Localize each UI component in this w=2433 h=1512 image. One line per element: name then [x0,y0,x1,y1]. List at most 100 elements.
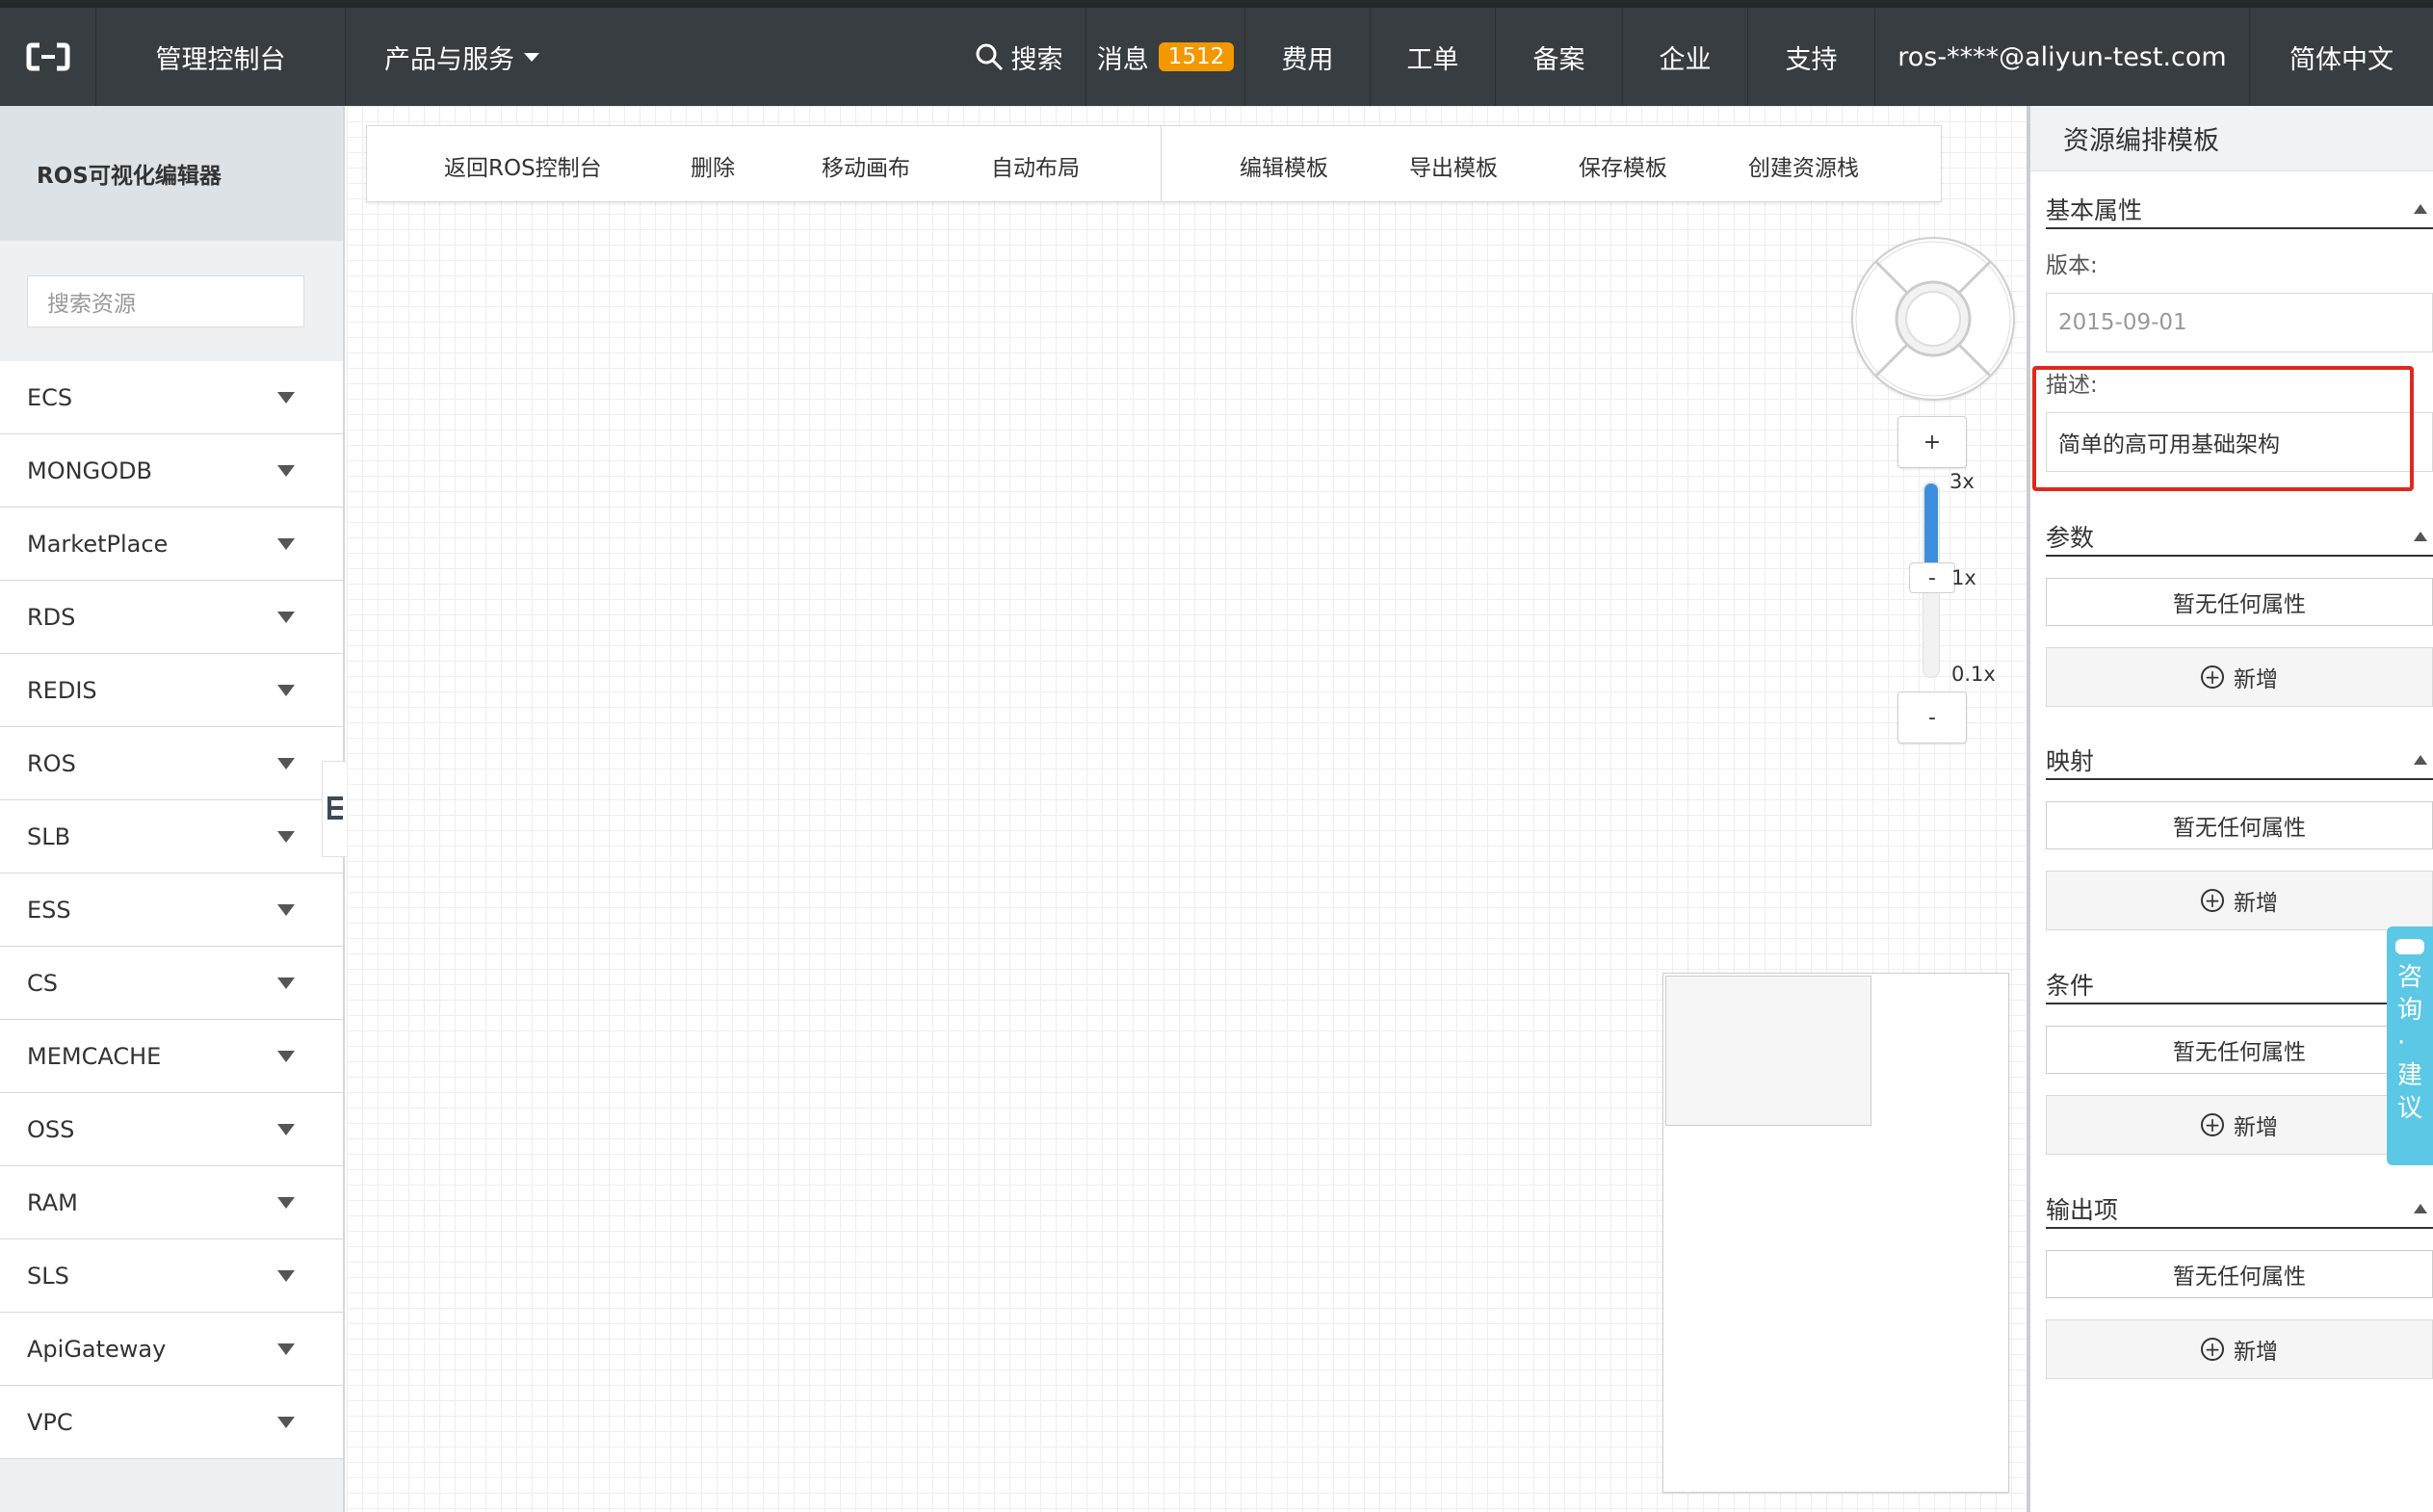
add-item-button[interactable]: + 新增 [2046,647,2433,707]
sidebar-category-ros[interactable]: ROS [0,727,343,800]
sidebar-category-sls[interactable]: SLS [0,1239,343,1313]
move-canvas-button[interactable]: 移动画布 [822,149,910,182]
pan-navigator[interactable] [1851,237,2015,401]
chevron-down-icon [277,1050,295,1062]
tickets-link[interactable]: 工单 [1371,8,1496,106]
sidebar-category-ecs[interactable]: ECS [0,361,343,434]
search-button[interactable]: 搜索 [952,8,1086,106]
zoom-out-button[interactable]: - [1897,691,1967,743]
create-stack-button[interactable]: 创建资源栈 [1748,149,1859,182]
sidebar-category-mongodb[interactable]: MONGODB [0,434,343,508]
auto-layout-button[interactable]: 自动布局 [991,149,1080,182]
add-item-button[interactable]: + 新增 [2046,871,2433,930]
plus-circle-icon: + [2201,1338,2224,1361]
user-account-menu[interactable]: ros-****@aliyun-test.com [1875,8,2250,106]
sidebar-category-memcache[interactable]: MEMCACHE [0,1020,343,1093]
console-label: 管理控制台 [155,44,286,75]
plus-circle-icon: + [2201,889,2224,912]
sidebar-category-label: ECS [27,383,73,411]
delete-button[interactable]: 删除 [691,149,735,182]
search-label: 搜索 [1010,44,1063,75]
resource-search-input[interactable]: 搜索资源 [27,274,304,327]
consult-label: 咨询 · 建议 [2397,961,2422,1125]
chevron-down-icon [277,977,295,989]
language-switcher[interactable]: 简体中文 [2250,8,2433,106]
sidebar-category-vpc[interactable]: VPC [0,1386,343,1459]
minimap[interactable] [1662,973,2009,1493]
fees-label: 费用 [1281,44,1334,75]
sidebar-category-label: MEMCACHE [27,1042,162,1070]
user-label: ros-****@aliyun-test.com [1897,41,2227,72]
panel-section: 参数 暂无任何属性 + 新增 [2046,518,2433,707]
panel-section: 输出项 暂无任何属性 + 新增 [2046,1190,2433,1379]
add-item-button[interactable]: + 新增 [2046,1319,2433,1379]
panel-section: 条件 暂无任何属性 + 新增 [2046,966,2433,1155]
add-item-label: 新增 [2234,1115,2278,1140]
add-item-button[interactable]: + 新增 [2046,1095,2433,1155]
sidebar-category-label: MONGODB [27,456,152,484]
chevron-down-icon [277,830,295,843]
export-template-button[interactable]: 导出模板 [1409,149,1498,182]
chevron-down-icon [277,537,295,550]
sidebar-category-ess[interactable]: ESS [0,873,343,947]
sidebar-category-marketplace[interactable]: MarketPlace [0,508,343,581]
sidebar-category-label: REDIS [27,676,97,704]
search-icon [976,43,1003,71]
section-header[interactable]: 输出项 [2046,1190,2433,1229]
resource-search-wrap: 搜索资源 [0,241,343,361]
aliyun-logo-icon[interactable] [0,8,96,106]
beian-link[interactable]: 备案 [1496,8,1623,106]
chevron-down-icon [277,903,295,916]
chevron-down-icon [277,1269,295,1282]
collapse-up-icon [2414,204,2427,214]
collapse-up-icon [2414,1204,2427,1213]
back-to-console-button[interactable]: 返回ROS控制台 [444,149,602,182]
basic-properties-title: 基本属性 [2046,196,2143,224]
basic-properties-header[interactable]: 基本属性 [2046,191,2433,229]
zoom-min-label: 0.1x [1951,663,1996,686]
console-link[interactable]: 管理控制台 [96,8,346,106]
sidebar-category-label: ApiGateway [27,1335,167,1363]
category-list: ECS MONGODB MarketPlace RDS REDIS ROS SLB ESS CS… [0,361,343,1459]
zoom-in-button[interactable]: + [1897,416,1967,468]
consult-char: 询 [2396,996,2422,1025]
support-link[interactable]: 支持 [1748,8,1875,106]
resource-sidebar: ROS可视化编辑器 搜索资源 ECS MONGODB MarketPlace RDS R… [0,106,345,1512]
sidebar-category-rds[interactable]: RDS [0,581,343,654]
save-template-button[interactable]: 保存模板 [1579,149,1667,182]
version-field[interactable]: 2015-09-01 [2046,293,2433,352]
chevron-down-icon [277,1123,295,1135]
sidebar-collapse-handle[interactable] [322,761,349,857]
sidebar-category-apigateway[interactable]: ApiGateway [0,1313,343,1386]
section-header[interactable]: 条件 [2046,966,2433,1004]
sidebar-category-label: RDS [27,603,76,631]
section-title: 条件 [2046,972,2095,1000]
messages-link[interactable]: 消息 1512 [1086,8,1245,106]
messages-label: 消息 [1096,44,1149,75]
sidebar-category-oss[interactable]: OSS [0,1093,343,1166]
sidebar-category-ram[interactable]: RAM [0,1166,343,1239]
minimap-viewport[interactable] [1665,976,1871,1126]
chevron-down-icon [277,464,295,477]
fees-link[interactable]: 费用 [1245,8,1371,106]
sidebar-category-cs[interactable]: CS [0,947,343,1020]
products-menu[interactable]: 产品与服务 [346,8,567,106]
section-header[interactable]: 参数 [2046,518,2433,557]
section-header[interactable]: 映射 [2046,742,2433,780]
sidebar-category-slb[interactable]: SLB [0,800,343,873]
version-label: 版本: [2046,253,2098,278]
chevron-down-icon [277,757,295,769]
enterprise-link[interactable]: 企业 [1623,8,1748,106]
sidebar-category-label: RAM [27,1188,78,1216]
sidebar-category-label: SLS [27,1262,69,1290]
panel-title: 资源编排模板 [2030,106,2433,171]
enterprise-label: 企业 [1659,44,1712,75]
zoom-slider-handle[interactable]: - [1909,562,1955,593]
edit-template-button[interactable]: 编辑模板 [1240,149,1328,182]
zoom-mid-label: 1x [1951,566,1976,589]
add-item-label: 新增 [2234,1340,2278,1365]
sidebar-category-redis[interactable]: REDIS [0,654,343,727]
sidebar-category-label: VPC [27,1408,73,1436]
consult-feedback-tab[interactable]: 咨询 · 建议 [2387,926,2433,1165]
